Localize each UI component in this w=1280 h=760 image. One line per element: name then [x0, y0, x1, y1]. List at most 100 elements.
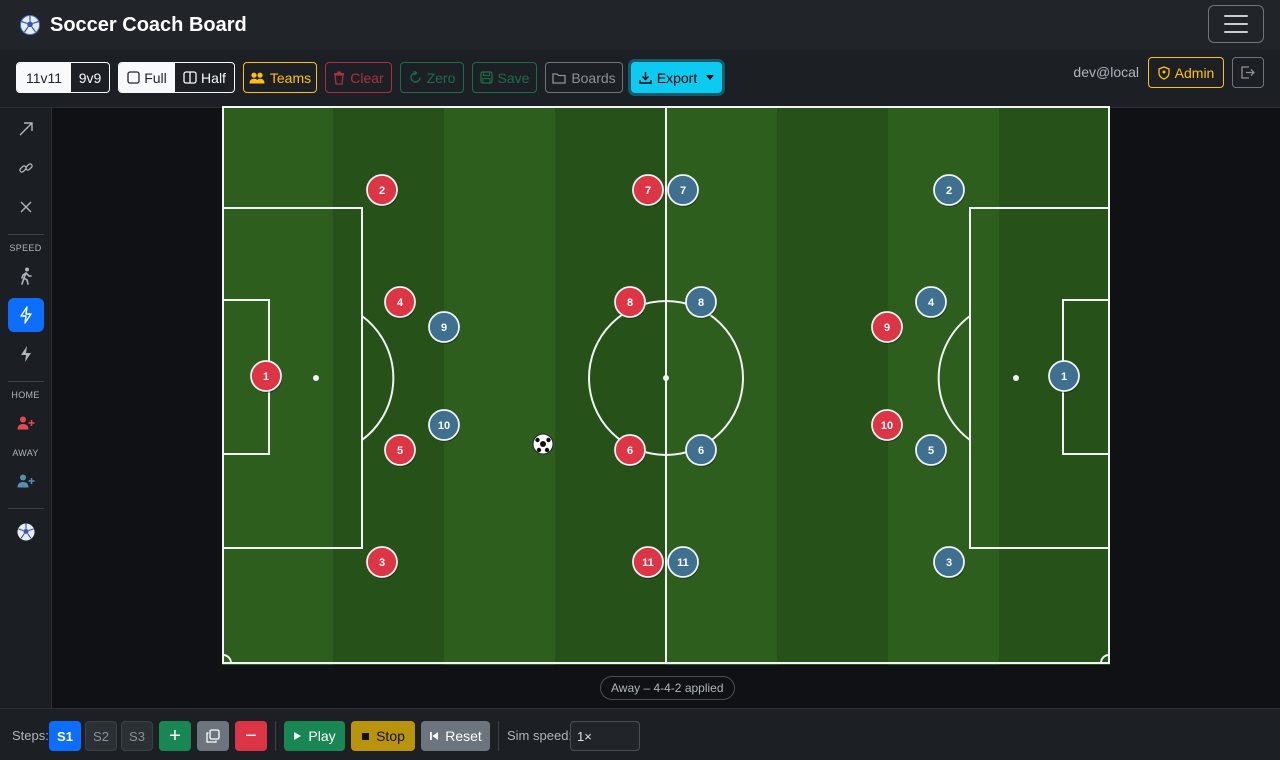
player-number: 5	[928, 445, 934, 457]
add-ball-button[interactable]	[8, 515, 44, 549]
floppy-disk-icon	[479, 71, 493, 84]
center-spot	[663, 375, 669, 381]
close-icon	[20, 201, 32, 213]
step-controls-bar: Steps: S1 S2 S3 + − Play Stop Reset Sim …	[0, 708, 1280, 760]
half-layout-icon	[183, 71, 197, 84]
export-dropdown-button[interactable]: Export	[631, 62, 722, 93]
folder-icon	[552, 72, 566, 84]
player-number: 4	[928, 297, 935, 309]
status-badge: Away – 4-4-2 applied	[600, 676, 735, 700]
chevron-down-icon	[706, 75, 715, 80]
brand[interactable]: Soccer Coach Board	[20, 14, 247, 37]
reset-button[interactable]: Reset	[421, 721, 490, 751]
main-toolbar: 11v11 9v9 Full Half Teams Clear Zero Sav…	[0, 50, 1280, 108]
trash-icon	[334, 71, 345, 85]
pitch-stripe	[444, 106, 556, 665]
player-number: 9	[441, 322, 447, 334]
speed-walk-button[interactable]	[8, 259, 44, 293]
walking-icon	[21, 267, 32, 285]
link-icon	[19, 163, 33, 173]
ball-layer	[532, 433, 554, 455]
player-number: 1	[1061, 371, 1067, 383]
duplicate-step-button[interactable]	[197, 721, 229, 751]
add-user-home-icon	[17, 416, 35, 430]
speed-sprint-button[interactable]	[8, 337, 44, 371]
player-number: 11	[677, 557, 689, 569]
player-number: 7	[680, 185, 686, 197]
soccer-ball-icon	[20, 15, 40, 35]
lightning-icon	[21, 346, 31, 362]
admin-button[interactable]: Admin	[1148, 57, 1224, 88]
skip-back-icon	[430, 732, 439, 740]
shield-icon	[1158, 65, 1170, 80]
player-number: 10	[438, 420, 450, 432]
format-11v11-button[interactable]: 11v11	[17, 63, 71, 92]
stop-icon	[362, 732, 370, 740]
arrow-tool-button[interactable]	[8, 112, 44, 146]
play-icon	[294, 732, 302, 740]
copy-icon	[206, 729, 220, 743]
menu-toggle-button[interactable]	[1208, 5, 1264, 43]
download-icon	[639, 72, 652, 84]
add-home-player-button[interactable]	[8, 406, 44, 440]
player-number: 11	[642, 557, 654, 569]
save-button[interactable]: Save	[472, 62, 537, 93]
user-email: dev@local	[1073, 64, 1139, 80]
tool-sidebar: SPEED HOME AWAY	[0, 108, 52, 708]
pitch-stripe	[777, 106, 889, 665]
stop-button[interactable]: Stop	[351, 721, 415, 751]
ball[interactable]	[532, 433, 554, 455]
view-toggle-group: Full Half	[118, 62, 235, 93]
right-penalty-spot	[1013, 375, 1019, 381]
teams-button[interactable]: Teams	[243, 62, 317, 93]
step-3-button[interactable]: S3	[121, 721, 153, 751]
hamburger-icon	[1224, 15, 1248, 17]
add-step-button[interactable]: +	[159, 721, 191, 751]
view-half-button[interactable]: Half	[175, 63, 234, 92]
app-title: Soccer Coach Board	[50, 13, 247, 36]
player-number: 1	[263, 371, 269, 383]
rotate-icon	[409, 71, 421, 83]
speed-label: SPEED	[9, 243, 42, 253]
top-navbar: Soccer Coach Board	[0, 0, 1280, 50]
speed-run-button[interactable]	[8, 298, 44, 332]
player-number: 8	[627, 297, 633, 309]
link-tool-button[interactable]	[8, 151, 44, 185]
format-toggle-group: 11v11 9v9	[16, 62, 110, 93]
player-number: 9	[884, 322, 890, 334]
logout-icon	[1241, 66, 1255, 79]
view-full-button[interactable]: Full	[119, 63, 175, 92]
player-number: 3	[946, 557, 952, 569]
remove-step-button[interactable]: −	[235, 721, 267, 751]
format-9v9-button[interactable]: 9v9	[71, 63, 109, 92]
sim-speed-label: Sim speed:	[507, 728, 573, 743]
player-number: 2	[379, 185, 385, 197]
add-away-player-button[interactable]	[8, 464, 44, 498]
add-user-away-icon	[17, 474, 35, 488]
player-number: 2	[946, 185, 952, 197]
player-number: 6	[627, 445, 633, 457]
player-number: 5	[397, 445, 403, 457]
soccer-ball-icon	[17, 523, 35, 541]
step-2-button[interactable]: S2	[85, 721, 117, 751]
boards-button[interactable]: Boards	[545, 62, 623, 93]
clear-button[interactable]: Clear	[325, 62, 392, 93]
left-penalty-spot	[313, 375, 319, 381]
step-1-button[interactable]: S1	[49, 721, 81, 751]
arrow-up-right-icon	[19, 122, 33, 136]
people-icon	[249, 72, 265, 83]
player-number: 4	[397, 297, 404, 309]
player-number: 7	[645, 185, 651, 197]
logout-button[interactable]	[1232, 57, 1264, 88]
play-button[interactable]: Play	[284, 721, 345, 751]
soccer-pitch[interactable]: 12345 678910111234567891011	[222, 106, 1110, 665]
board-area: 1 2 3 4 5 6 7 8 9 10 11 1 2 3 4 5 6 7 8 9 10 11 Away – 4-4-2 …	[52, 106, 1280, 745]
away-label: AWAY	[12, 448, 39, 458]
player-number: 3	[379, 557, 385, 569]
zero-button[interactable]: Zero	[400, 62, 464, 93]
square-icon	[127, 71, 140, 84]
delete-tool-button[interactable]	[8, 190, 44, 224]
player-number: 10	[881, 420, 893, 432]
home-label: HOME	[11, 390, 40, 400]
sim-speed-select[interactable]: 1×	[570, 721, 640, 751]
